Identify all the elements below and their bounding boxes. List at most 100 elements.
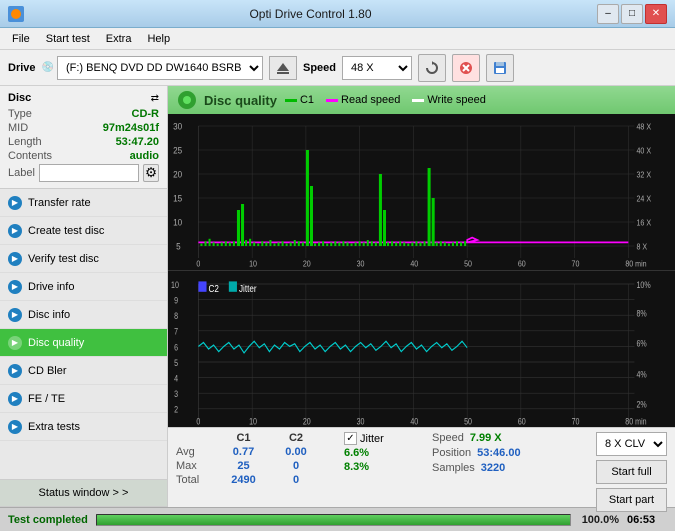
- window-title: Opti Drive Control 1.80: [24, 7, 597, 21]
- start-part-button[interactable]: Start part: [596, 488, 667, 512]
- speed-combo-select[interactable]: 8 X CLV: [596, 432, 667, 456]
- disc-contents-value: audio: [130, 150, 159, 162]
- svg-text:25: 25: [173, 145, 182, 156]
- sidebar-item-disc-info[interactable]: ▶ Disc info: [0, 301, 167, 329]
- window-controls: – □ ✕: [597, 4, 667, 24]
- speed-position-stats: Speed 7.99 X Position 53:46.00 Samples 3…: [432, 432, 562, 474]
- svg-text:8%: 8%: [636, 309, 646, 319]
- legend-read-label: Read speed: [341, 94, 400, 106]
- status-window-button[interactable]: Status window > >: [0, 479, 167, 507]
- progress-fill: [97, 515, 570, 525]
- sidebar-item-create-test-disc[interactable]: ▶ Create test disc: [0, 217, 167, 245]
- svg-text:60: 60: [518, 259, 527, 269]
- close-button[interactable]: ✕: [645, 4, 667, 24]
- speed-label: Speed: [303, 62, 336, 74]
- menu-extra[interactable]: Extra: [98, 31, 140, 47]
- transfer-rate-icon: ▶: [8, 196, 22, 210]
- sidebar: Disc ⇄ Type CD-R MID 97m24s01f Length 53…: [0, 86, 168, 507]
- svg-text:32 X: 32 X: [636, 170, 651, 180]
- sidebar-item-disc-info-label: Disc info: [28, 309, 70, 321]
- disc-label-settings-button[interactable]: ⚙: [143, 164, 159, 182]
- chart-c1: 30 25 20 15 10 5 48 X 40 X 32 X 24 X 16 …: [168, 114, 675, 271]
- disc-quality-icon-header: [178, 91, 196, 109]
- stats-table: C1 C2 Avg 0.77 0.00 Max 25 0 Total 2490 …: [176, 432, 336, 486]
- disc-label-label: Label: [8, 167, 35, 179]
- drive-info-icon: ▶: [8, 280, 22, 294]
- sidebar-item-fe-te[interactable]: ▶ FE / TE: [0, 385, 167, 413]
- svg-text:16 X: 16 X: [636, 218, 651, 228]
- legend-write-color: [412, 99, 424, 102]
- disc-label-input[interactable]: [39, 164, 139, 182]
- stats-total-c2: 0: [271, 474, 321, 486]
- progress-track: [96, 514, 571, 526]
- stats-bar: C1 C2 Avg 0.77 0.00 Max 25 0 Total 2490 …: [168, 427, 675, 507]
- svg-text:5: 5: [174, 358, 178, 368]
- disc-quality-header: Disc quality C1 Read speed Write speed: [168, 86, 675, 114]
- speed-select[interactable]: 48 X: [342, 56, 412, 80]
- menu-help[interactable]: Help: [139, 31, 178, 47]
- svg-text:9: 9: [174, 296, 178, 306]
- minimize-button[interactable]: –: [597, 4, 619, 24]
- svg-text:2%: 2%: [636, 400, 646, 410]
- verify-test-disc-icon: ▶: [8, 252, 22, 266]
- legend-read-color: [326, 99, 338, 102]
- menu-file[interactable]: File: [4, 31, 38, 47]
- disc-type-value: CD-R: [132, 108, 160, 120]
- drive-bar: Drive 💿 (F:) BENQ DVD DD DW1640 BSRB Spe…: [0, 50, 675, 86]
- svg-text:4%: 4%: [636, 370, 646, 380]
- elapsed-time: 06:53: [627, 514, 667, 526]
- chart-c2-jitter-svg: 10 9 8 7 6 5 4 3 2 10% 8% 6% 4% 2% 0: [168, 271, 675, 427]
- drive-select[interactable]: (F:) BENQ DVD DD DW1640 BSRB: [57, 56, 263, 80]
- sidebar-item-fe-te-label: FE / TE: [28, 393, 65, 405]
- stats-col-c2: C2: [271, 432, 321, 444]
- erase-button[interactable]: [452, 54, 480, 82]
- save-button[interactable]: [486, 54, 514, 82]
- eject-button[interactable]: [269, 56, 297, 80]
- samples-label: Samples: [432, 462, 475, 474]
- refresh-button[interactable]: [418, 54, 446, 82]
- sidebar-item-drive-info[interactable]: ▶ Drive info: [0, 273, 167, 301]
- status-text: Test completed: [8, 514, 88, 526]
- jitter-checkbox[interactable]: ✓: [344, 432, 357, 445]
- sidebar-item-disc-quality-label: Disc quality: [28, 337, 84, 349]
- svg-text:10: 10: [173, 217, 182, 228]
- svg-text:7: 7: [174, 327, 178, 337]
- svg-text:6: 6: [174, 342, 178, 352]
- svg-text:30: 30: [357, 259, 366, 269]
- maximize-button[interactable]: □: [621, 4, 643, 24]
- sidebar-item-transfer-rate-label: Transfer rate: [28, 197, 91, 209]
- main-layout: Disc ⇄ Type CD-R MID 97m24s01f Length 53…: [0, 86, 675, 507]
- status-bar: Test completed 100.0% 06:53: [0, 507, 675, 531]
- title-bar: Opti Drive Control 1.80 – □ ✕: [0, 0, 675, 28]
- fe-te-icon: ▶: [8, 392, 22, 406]
- svg-text:20: 20: [303, 417, 311, 427]
- svg-text:15: 15: [173, 193, 182, 204]
- disc-collapse-arrow[interactable]: ⇄: [151, 93, 159, 104]
- extra-tests-icon: ▶: [8, 420, 22, 434]
- sidebar-item-cd-bler[interactable]: ▶ CD Bler: [0, 357, 167, 385]
- sidebar-item-transfer-rate[interactable]: ▶ Transfer rate: [0, 189, 167, 217]
- svg-text:0: 0: [196, 417, 200, 427]
- disc-panel: Disc ⇄ Type CD-R MID 97m24s01f Length 53…: [0, 86, 167, 189]
- svg-text:10%: 10%: [636, 280, 650, 290]
- svg-text:70: 70: [572, 417, 580, 427]
- sidebar-item-extra-tests[interactable]: ▶ Extra tests: [0, 413, 167, 441]
- action-buttons: 8 X CLV Start full Start part: [596, 432, 667, 512]
- sidebar-item-verify-test-disc[interactable]: ▶ Verify test disc: [0, 245, 167, 273]
- menu-start-test[interactable]: Start test: [38, 31, 98, 47]
- svg-text:48 X: 48 X: [636, 122, 651, 132]
- svg-text:80 min: 80 min: [625, 259, 646, 269]
- sidebar-item-verify-test-disc-label: Verify test disc: [28, 253, 99, 265]
- position-val: 53:46.00: [477, 447, 520, 459]
- jitter-stats: ✓ Jitter 6.6% 8.3%: [344, 432, 424, 475]
- sidebar-item-cd-bler-label: CD Bler: [28, 365, 67, 377]
- sidebar-item-disc-quality[interactable]: ▶ Disc quality: [0, 329, 167, 357]
- svg-text:20: 20: [173, 169, 182, 180]
- speed-val: 7.99 X: [470, 432, 502, 444]
- jitter-label: Jitter: [360, 433, 384, 445]
- sidebar-item-extra-tests-label: Extra tests: [28, 421, 80, 433]
- samples-val: 3220: [481, 462, 505, 474]
- disc-quality-title: Disc quality: [204, 93, 277, 108]
- start-full-button[interactable]: Start full: [596, 460, 667, 484]
- svg-text:20: 20: [303, 259, 312, 269]
